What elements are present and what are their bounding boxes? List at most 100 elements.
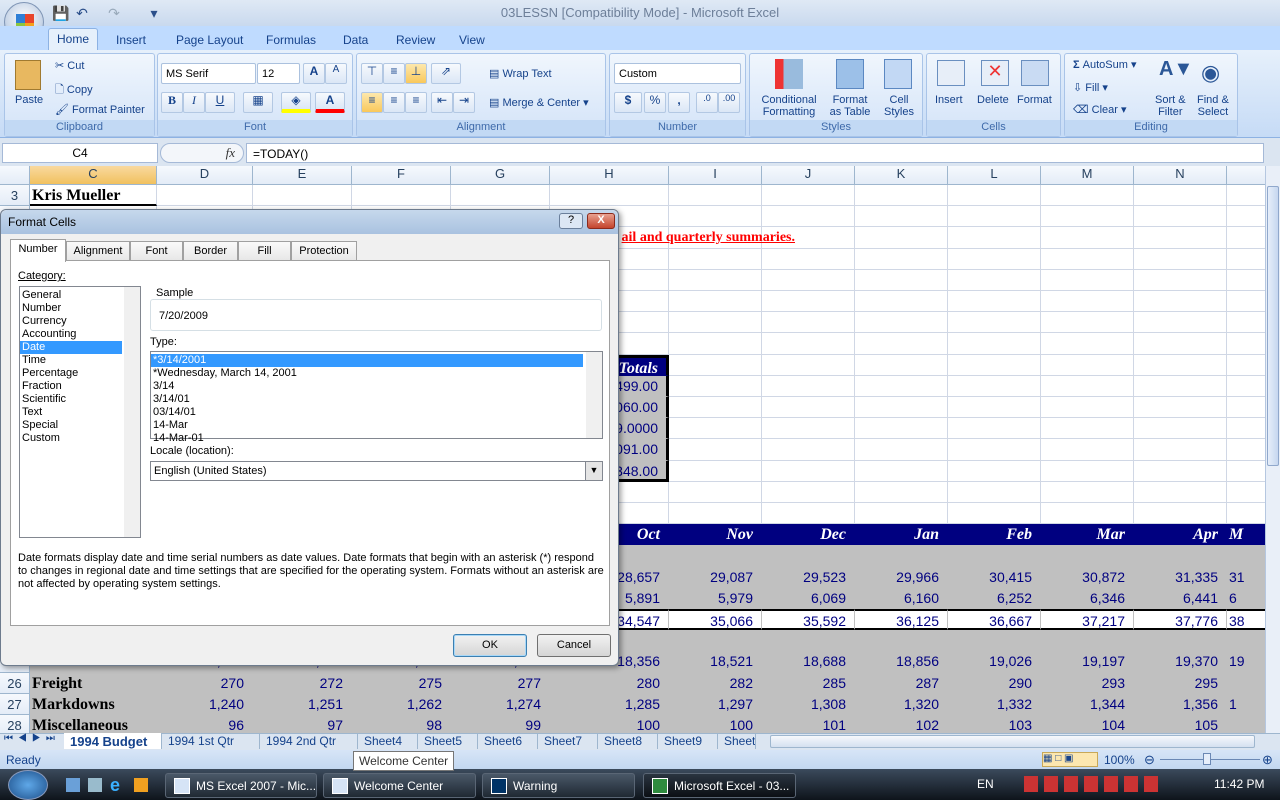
column-header-C[interactable]: C <box>30 166 157 185</box>
cell[interactable] <box>1041 439 1134 461</box>
grow-font-button[interactable]: A <box>303 63 325 84</box>
cell-K25[interactable]: 18,856 <box>855 651 948 673</box>
cell-N21[interactable]: 31,335 <box>1134 566 1227 588</box>
cell-M23[interactable]: 37,217 <box>1041 609 1134 631</box>
cell[interactable] <box>1134 545 1227 567</box>
cell[interactable] <box>1134 291 1227 313</box>
column-header-D[interactable]: D <box>157 166 253 185</box>
delete-button[interactable]: Delete <box>977 94 1009 106</box>
orientation-button[interactable]: ⇗ <box>431 63 461 84</box>
find-select-button[interactable]: Find & Select <box>1197 94 1229 118</box>
category-item[interactable]: Scientific <box>20 393 122 406</box>
cell[interactable] <box>669 375 762 397</box>
tab-view[interactable]: View <box>451 30 493 50</box>
cell-C27[interactable]: Markdowns <box>30 693 157 715</box>
help-button[interactable]: ? <box>559 213 583 229</box>
cell[interactable] <box>855 481 948 503</box>
cell-D27[interactable]: 1,240 <box>157 693 253 715</box>
cell-K22[interactable]: 6,160 <box>855 587 948 609</box>
cell-I23[interactable]: 35,066 <box>669 609 762 631</box>
cell[interactable] <box>1134 312 1227 334</box>
cell[interactable] <box>1227 482 1265 503</box>
cell-O22[interactable]: 6 <box>1227 587 1265 609</box>
category-item[interactable]: Number <box>20 302 122 315</box>
cell-K21[interactable]: 29,966 <box>855 566 948 588</box>
cell[interactable] <box>1227 227 1265 249</box>
italic-button[interactable]: I <box>183 92 205 113</box>
redo-icon[interactable]: ↷ <box>106 5 122 21</box>
category-list[interactable]: General Number Currency Accounting Date Time P… <box>19 286 141 538</box>
cell[interactable] <box>762 439 855 461</box>
cell-K28[interactable]: 102 <box>855 715 948 734</box>
column-header-L[interactable]: L <box>948 166 1041 185</box>
save-icon[interactable]: 💾 <box>52 5 69 21</box>
cell[interactable] <box>1134 630 1227 652</box>
formula-input[interactable]: =TODAY() <box>246 143 1264 163</box>
cell[interactable] <box>1134 503 1227 525</box>
category-item[interactable]: General <box>20 289 122 302</box>
locale-select[interactable]: English (United States) ▼ <box>150 461 603 481</box>
format-button[interactable]: Format <box>1017 94 1052 106</box>
tab-review[interactable]: Review <box>388 30 443 50</box>
switch-windows-icon[interactable] <box>88 778 102 792</box>
cell[interactable] <box>948 630 1041 652</box>
cell[interactable] <box>948 185 1041 207</box>
type-item[interactable]: *Wednesday, March 14, 2001 <box>151 367 583 380</box>
tab-fill[interactable]: Fill <box>238 241 291 261</box>
type-item[interactable]: 03/14/01 <box>151 406 583 419</box>
borders-button[interactable]: ▦ <box>243 92 273 113</box>
internet-explorer-icon[interactable]: e <box>110 775 120 796</box>
type-item[interactable]: 14-Mar <box>151 419 583 432</box>
cell[interactable] <box>948 545 1041 567</box>
cell[interactable] <box>1041 291 1134 313</box>
cell[interactable] <box>1134 460 1227 482</box>
cell-K23[interactable]: 36,125 <box>855 609 948 631</box>
cell-L23[interactable]: 36,667 <box>948 609 1041 631</box>
tab-home[interactable]: Home <box>48 28 99 51</box>
cell-D26[interactable]: 270 <box>157 672 253 694</box>
cell[interactable] <box>1227 418 1265 440</box>
cell-N28[interactable]: 105 <box>1134 715 1227 734</box>
cell[interactable] <box>1134 418 1227 440</box>
cell-E26[interactable]: 272 <box>253 672 352 694</box>
cell-M25[interactable]: 19,197 <box>1041 651 1134 673</box>
font-name-select[interactable]: MS Serif <box>161 63 256 84</box>
cell[interactable] <box>1227 672 1265 694</box>
paste-button[interactable]: Paste <box>15 94 43 106</box>
cell[interactable] <box>762 227 855 249</box>
cell[interactable] <box>948 503 1041 525</box>
cell[interactable] <box>855 269 948 291</box>
column-header-I[interactable]: I <box>669 166 762 185</box>
cell[interactable] <box>1041 248 1134 270</box>
cell[interactable] <box>855 439 948 461</box>
copy-button[interactable]: 🗋 Copy <box>55 81 93 100</box>
cell-L22[interactable]: 6,252 <box>948 587 1041 609</box>
cell[interactable] <box>669 354 762 376</box>
cell[interactable] <box>1134 227 1227 249</box>
cell[interactable] <box>1041 545 1134 567</box>
start-button[interactable] <box>8 770 48 800</box>
cell[interactable] <box>669 185 762 207</box>
fill-color-button[interactable]: ◈ <box>281 92 311 113</box>
cell-J23[interactable]: 35,592 <box>762 609 855 631</box>
cell[interactable] <box>1227 333 1265 355</box>
cell[interactable] <box>669 333 762 355</box>
cell[interactable] <box>855 185 948 207</box>
cell[interactable] <box>855 206 948 228</box>
type-item[interactable]: 14-Mar-01 <box>151 432 583 445</box>
close-button[interactable]: X <box>587 213 615 229</box>
cell-H28[interactable]: 100 <box>550 715 669 734</box>
cell[interactable] <box>1041 206 1134 228</box>
merge-center-button[interactable]: ▤ Merge & Center ▾ <box>489 96 589 109</box>
cell[interactable] <box>550 185 669 207</box>
cell[interactable] <box>1227 503 1265 525</box>
tray-icons[interactable] <box>1024 776 1164 792</box>
row-header-3[interactable]: 3 <box>0 185 30 207</box>
cell[interactable] <box>1227 461 1265 482</box>
type-item[interactable]: 3/14 <box>151 380 583 393</box>
vertical-scroll-thumb[interactable] <box>1267 186 1279 466</box>
cell-F27[interactable]: 1,262 <box>352 693 451 715</box>
cell[interactable] <box>948 227 1041 249</box>
cell[interactable] <box>669 248 762 270</box>
cell-N19[interactable]: Apr <box>1134 524 1227 546</box>
